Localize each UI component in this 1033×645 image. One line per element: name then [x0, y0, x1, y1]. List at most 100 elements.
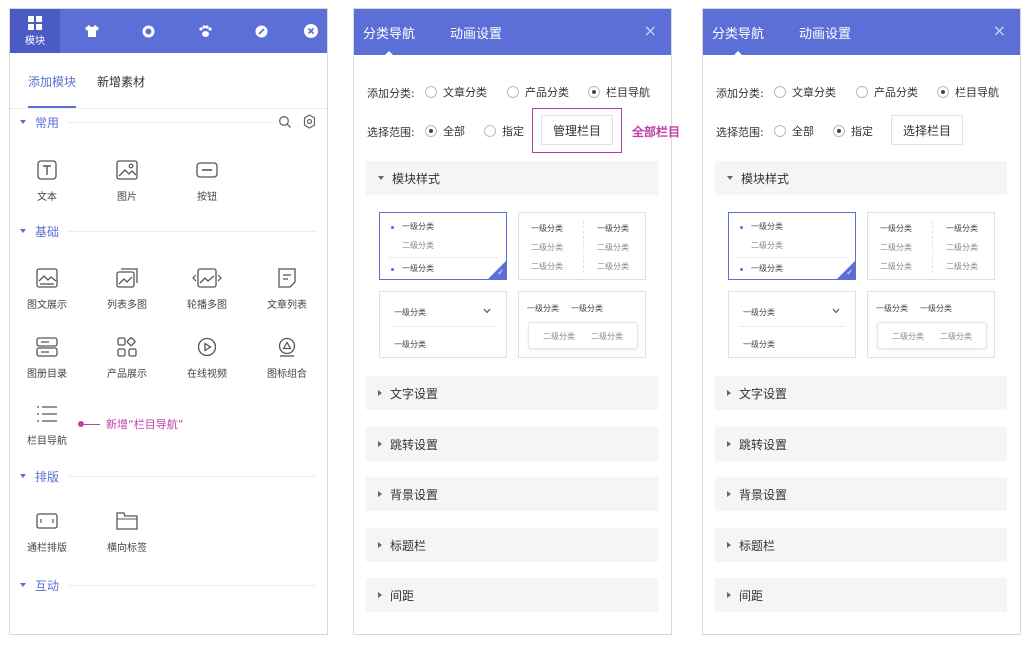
- accordion-title-bar[interactable]: 标题栏: [715, 528, 1007, 562]
- close-icon[interactable]: ×: [644, 21, 657, 40]
- section-basic-title: 基础: [35, 224, 60, 239]
- radio-column-nav[interactable]: 栏目导航: [588, 84, 650, 100]
- section-interaction-title: 互动: [35, 578, 60, 593]
- search-icon[interactable]: [278, 115, 292, 129]
- close-icon[interactable]: ×: [993, 21, 1006, 40]
- module-article-list-label: 文章列表: [267, 300, 307, 311]
- module-image[interactable]: 图片: [91, 157, 163, 203]
- tab-links[interactable]: [241, 9, 281, 53]
- module-horizontal-tabs[interactable]: 横向标签: [91, 508, 163, 554]
- style-card-4[interactable]: 一级分类 一级分类 二级分类 二级分类: [518, 291, 646, 358]
- section-basic[interactable]: 基础: [20, 221, 59, 241]
- module-button-label: 按钮: [197, 192, 217, 203]
- tab-category-nav[interactable]: 分类导航: [363, 23, 415, 57]
- subtab-new-material[interactable]: 新增素材: [97, 73, 145, 90]
- style-card-4[interactable]: 一级分类 一级分类 二级分类 二级分类: [867, 291, 995, 358]
- tab-modules-label: 模块: [25, 35, 45, 47]
- range-label: 选择范围:: [367, 126, 415, 139]
- radio-article-category[interactable]: 文章分类: [774, 84, 836, 100]
- style-card-1[interactable]: 一级分类 二级分类 一级分类 ✓: [379, 212, 507, 280]
- close-panel-button[interactable]: [291, 9, 327, 53]
- accordion-title-bar[interactable]: 标题栏: [366, 528, 658, 562]
- module-carousel[interactable]: 轮播多图: [171, 265, 243, 311]
- album-icon: [36, 337, 58, 357]
- article-list-icon: [278, 268, 296, 288]
- tab-category-nav[interactable]: 分类导航: [712, 23, 764, 57]
- settings-icon[interactable]: [302, 114, 317, 129]
- module-column-nav-label: 栏目导航: [27, 436, 67, 447]
- module-image-text-label: 图文展示: [27, 300, 67, 311]
- module-products[interactable]: 产品展示: [91, 334, 163, 380]
- link-icon: [255, 25, 267, 37]
- accordion-spacing[interactable]: 间距: [715, 578, 1007, 612]
- gear-icon: [142, 25, 154, 37]
- accordion-jump-settings[interactable]: 跳转设置: [366, 427, 658, 461]
- section-common[interactable]: 常用: [20, 112, 59, 132]
- section-interaction[interactable]: 互动: [20, 575, 59, 595]
- accordion-text-settings[interactable]: 文字设置: [366, 376, 658, 410]
- module-image-text[interactable]: 图文展示: [11, 265, 83, 311]
- tab-animation[interactable]: 动画设置: [799, 23, 851, 42]
- tab-modules[interactable]: 模块: [10, 9, 60, 53]
- icon-group-icon: [278, 337, 296, 357]
- radio-range-specified[interactable]: 指定: [833, 123, 873, 139]
- module-text-label: 文本: [37, 192, 57, 203]
- chevron-down-icon: [483, 308, 491, 314]
- style-card-3[interactable]: 一级分类 一级分类: [728, 291, 856, 358]
- accordion-spacing[interactable]: 间距: [366, 578, 658, 612]
- text-icon: [37, 160, 57, 180]
- products-icon: [117, 337, 137, 357]
- module-text[interactable]: 文本: [11, 157, 83, 203]
- accordion-module-style[interactable]: 模块样式: [366, 161, 658, 195]
- style-card-3[interactable]: 一级分类 一级分类: [379, 291, 507, 358]
- style-card-2[interactable]: 一级分类 一级分类 二级分类 二级分类 二级分类 二级分类: [518, 212, 646, 280]
- check-icon: ✓: [846, 268, 853, 277]
- module-button[interactable]: 按钮: [171, 157, 243, 203]
- add-category-label: 添加分类:: [367, 87, 415, 100]
- image-text-icon: [36, 268, 58, 288]
- accordion-text-settings[interactable]: 文字设置: [715, 376, 1007, 410]
- image-icon: [116, 160, 138, 180]
- accordion-background-settings[interactable]: 背景设置: [366, 477, 658, 511]
- column-nav-icon: [37, 406, 57, 422]
- radio-range-all[interactable]: 全部: [774, 123, 814, 139]
- style-card-2[interactable]: 一级分类 一级分类 二级分类 二级分类 二级分类 二级分类: [867, 212, 995, 280]
- video-icon: [197, 337, 217, 357]
- radio-product-category[interactable]: 产品分类: [856, 84, 918, 100]
- category-nav-panel-specified: 分类导航 动画设置 × 添加分类: 文章分类 产品分类 栏目导航 选择范围: 全…: [702, 8, 1021, 635]
- radio-product-category[interactable]: 产品分类: [507, 84, 569, 100]
- module-icon-group-label: 图标组合: [267, 369, 307, 380]
- module-full-row[interactable]: 通栏排版: [11, 508, 83, 554]
- module-products-label: 产品展示: [107, 369, 147, 380]
- radio-range-all[interactable]: 全部: [425, 123, 465, 139]
- radio-column-nav[interactable]: 栏目导航: [937, 84, 999, 100]
- section-layout[interactable]: 排版: [20, 466, 59, 486]
- close-icon: [304, 24, 318, 38]
- radio-range-specified[interactable]: 指定: [484, 123, 524, 139]
- accordion-jump-settings[interactable]: 跳转设置: [715, 427, 1007, 461]
- module-list-images[interactable]: 列表多图: [91, 265, 163, 311]
- annotation-text: 新增“栏目导航”: [106, 418, 184, 431]
- list-images-icon: [116, 268, 138, 288]
- new-column-nav-annotation: 新增“栏目导航”: [78, 416, 183, 432]
- module-list-images-label: 列表多图: [107, 300, 147, 311]
- module-article-list[interactable]: 文章列表: [251, 265, 323, 311]
- tab-animation[interactable]: 动画设置: [450, 23, 502, 42]
- module-column-nav[interactable]: 栏目导航: [11, 401, 83, 447]
- style-card-1[interactable]: 一级分类 二级分类 一级分类 ✓: [728, 212, 856, 280]
- accordion-background-settings[interactable]: 背景设置: [715, 477, 1007, 511]
- select-columns-button[interactable]: 选择栏目: [891, 115, 963, 145]
- module-video[interactable]: 在线视频: [171, 334, 243, 380]
- module-icon-group[interactable]: 图标组合: [251, 334, 323, 380]
- module-album[interactable]: 图册目录: [11, 334, 83, 380]
- manage-columns-highlight: [532, 108, 622, 153]
- subtab-add-module[interactable]: 添加模块: [28, 73, 77, 108]
- accordion-module-style[interactable]: 模块样式: [715, 161, 1007, 195]
- paw-icon: [199, 24, 212, 37]
- check-icon: ✓: [497, 268, 504, 277]
- tab-effects[interactable]: [185, 9, 225, 53]
- full-row-icon: [36, 513, 58, 529]
- tab-settings[interactable]: [128, 9, 168, 53]
- tab-style[interactable]: [72, 9, 112, 53]
- radio-article-category[interactable]: 文章分类: [425, 84, 487, 100]
